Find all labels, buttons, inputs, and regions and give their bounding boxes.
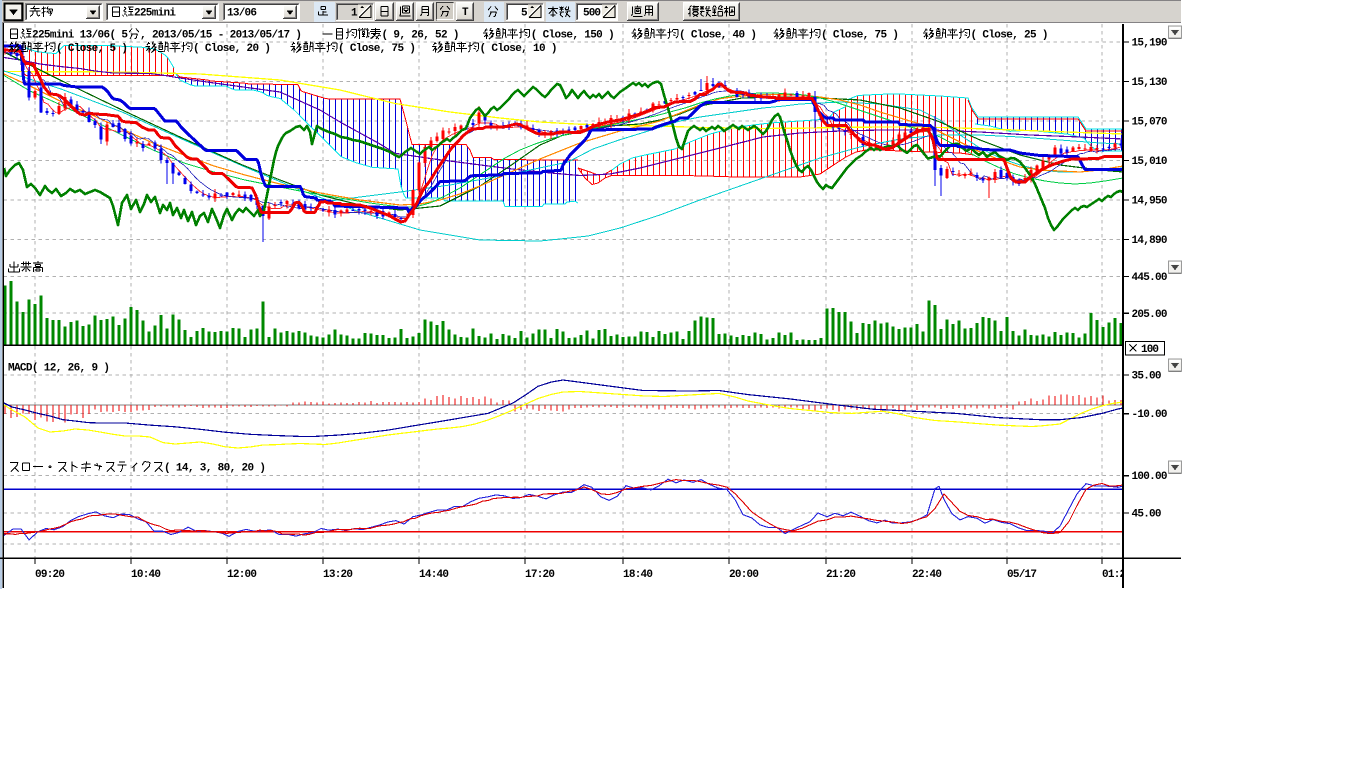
svg-text:100: 100 — [1141, 344, 1159, 356]
svg-text:( Close, 75 ): ( Close, 75 ) — [338, 43, 416, 55]
svg-text:15,190: 15,190 — [1132, 38, 1168, 50]
svg-text:22:40: 22:40 — [912, 569, 942, 581]
svg-text:( Close, 20 ): ( Close, 20 ) — [193, 43, 271, 55]
svg-text:15,130: 15,130 — [1132, 77, 1168, 89]
svg-text:18:40: 18:40 — [623, 569, 653, 581]
svg-text:205.00: 205.00 — [1132, 309, 1168, 321]
svg-text:100.00: 100.00 — [1132, 471, 1168, 483]
svg-text:5: 5 — [521, 8, 528, 20]
svg-text:45.00: 45.00 — [1132, 509, 1162, 521]
svg-text:500: 500 — [583, 8, 601, 20]
svg-text:( Close, 75 ): ( Close, 75 ) — [821, 30, 899, 42]
svg-text:13:20: 13:20 — [323, 569, 353, 581]
svg-text:15,010: 15,010 — [1132, 156, 1168, 168]
svg-text:12:00: 12:00 — [227, 569, 257, 581]
svg-text:35.00: 35.00 — [1132, 371, 1162, 383]
svg-text:MACD( 12, 26, 9 ): MACD( 12, 26, 9 ) — [8, 363, 110, 375]
svg-text:( Close, 25 ): ( Close, 25 ) — [971, 30, 1049, 42]
svg-text:17:20: 17:20 — [525, 569, 555, 581]
svg-text:14,950: 14,950 — [1132, 196, 1168, 208]
svg-text:T: T — [462, 7, 469, 19]
svg-text:13/06: 13/06 — [227, 8, 257, 20]
svg-text:( Close, 150 ): ( Close, 150 ) — [531, 30, 615, 42]
svg-text:05/17: 05/17 — [1007, 569, 1037, 581]
svg-text:15,070: 15,070 — [1132, 117, 1168, 129]
svg-text:( Close, 10 ): ( Close, 10 ) — [480, 43, 558, 55]
svg-text:( Close, 40 ): ( Close, 40 ) — [679, 30, 757, 42]
svg-text:10:40: 10:40 — [131, 569, 161, 581]
svg-text:20:00: 20:00 — [729, 569, 759, 581]
svg-text:225mini: 225mini — [134, 8, 176, 20]
svg-text:1: 1 — [351, 8, 358, 20]
svg-text:14,890: 14,890 — [1132, 235, 1168, 247]
svg-text:21:20: 21:20 — [826, 569, 856, 581]
svg-text:225mini 13/06( 5: 225mini 13/06( 5 — [32, 30, 128, 42]
svg-text:( 9, 26, 52 ): ( 9, 26, 52 ) — [382, 30, 460, 42]
svg-text:14:40: 14:40 — [419, 569, 449, 581]
svg-text:( 14, 3, 80, 20 ): ( 14, 3, 80, 20 ) — [164, 463, 266, 475]
svg-text:09:20: 09:20 — [35, 569, 65, 581]
svg-text:( Close, 5 ): ( Close, 5 ) — [56, 43, 128, 55]
svg-text:445.00: 445.00 — [1132, 272, 1168, 284]
svg-text:-10.00: -10.00 — [1132, 409, 1168, 421]
svg-text:, 2013/05/15 - 2013/05/17 ): , 2013/05/15 - 2013/05/17 ) — [140, 30, 302, 42]
